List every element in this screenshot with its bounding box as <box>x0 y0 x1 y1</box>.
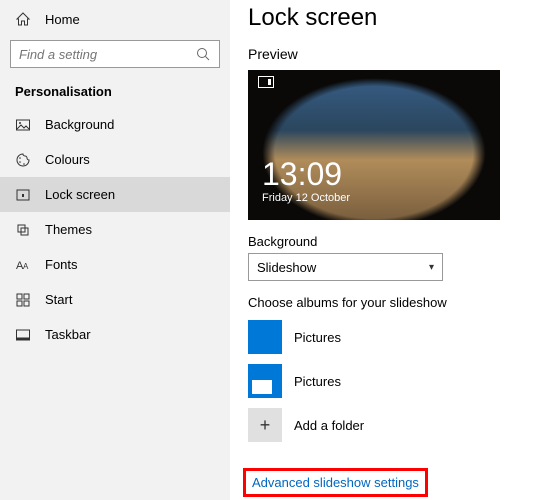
album-label: Pictures <box>294 330 341 345</box>
palette-icon <box>15 152 31 168</box>
add-tile-icon: + <box>248 408 282 442</box>
sidebar-item-label: Start <box>45 292 72 307</box>
advanced-link-highlight: Advanced slideshow settings <box>243 468 428 497</box>
preview-label: Preview <box>248 46 547 62</box>
section-title: Personalisation <box>0 71 230 107</box>
plus-icon: + <box>260 416 271 434</box>
sidebar-item-label: Themes <box>45 222 92 237</box>
main-panel: Lock screen Preview 13:09 Friday 12 Octo… <box>230 0 547 500</box>
sidebar-item-label: Taskbar <box>45 327 91 342</box>
image-icon <box>15 117 31 133</box>
album-label: Pictures <box>294 374 341 389</box>
sidebar-item-label: Fonts <box>45 257 78 272</box>
preview-clock: 13:09 Friday 12 October <box>262 158 350 204</box>
folder-tile-icon <box>248 364 282 398</box>
themes-icon <box>15 222 31 238</box>
album-item[interactable]: Pictures <box>248 364 547 398</box>
sidebar: Home Personalisation Background Colours … <box>0 0 230 500</box>
sidebar-item-themes[interactable]: Themes <box>0 212 230 247</box>
page-title: Lock screen <box>248 4 547 32</box>
home-button[interactable]: Home <box>0 4 230 34</box>
search-icon <box>195 46 211 62</box>
chevron-down-icon: ▾ <box>429 262 434 273</box>
preview-date: Friday 12 October <box>262 192 350 204</box>
advanced-slideshow-link[interactable]: Advanced slideshow settings <box>252 475 419 490</box>
home-icon <box>15 11 31 27</box>
albums-label: Choose albums for your slideshow <box>248 295 547 310</box>
add-folder-button[interactable]: + Add a folder <box>248 408 547 442</box>
folder-tile-icon <box>248 320 282 354</box>
slideshow-icon <box>258 76 274 88</box>
search-input[interactable] <box>10 40 220 68</box>
lock-screen-icon <box>15 187 31 203</box>
fonts-icon: AA <box>15 257 31 273</box>
taskbar-icon <box>15 327 31 343</box>
background-select[interactable]: Slideshow ▾ <box>248 253 443 281</box>
sidebar-item-lockscreen[interactable]: Lock screen <box>0 177 230 212</box>
home-label: Home <box>45 12 80 27</box>
sidebar-item-fonts[interactable]: AA Fonts <box>0 247 230 282</box>
background-value: Slideshow <box>257 260 316 275</box>
svg-text:A: A <box>23 262 29 271</box>
search-field[interactable] <box>19 47 195 62</box>
album-item[interactable]: Pictures <box>248 320 547 354</box>
sidebar-item-taskbar[interactable]: Taskbar <box>0 317 230 352</box>
sidebar-item-colours[interactable]: Colours <box>0 142 230 177</box>
sidebar-item-label: Colours <box>45 152 90 167</box>
add-folder-label: Add a folder <box>294 418 364 433</box>
sidebar-item-background[interactable]: Background <box>0 107 230 142</box>
sidebar-item-label: Lock screen <box>45 187 115 202</box>
sidebar-item-label: Background <box>45 117 114 132</box>
search-wrap <box>0 34 230 71</box>
background-label: Background <box>248 234 547 249</box>
lock-screen-preview: 13:09 Friday 12 October <box>248 70 500 220</box>
sidebar-item-start[interactable]: Start <box>0 282 230 317</box>
start-icon <box>15 292 31 308</box>
preview-time: 13:09 <box>262 158 350 190</box>
